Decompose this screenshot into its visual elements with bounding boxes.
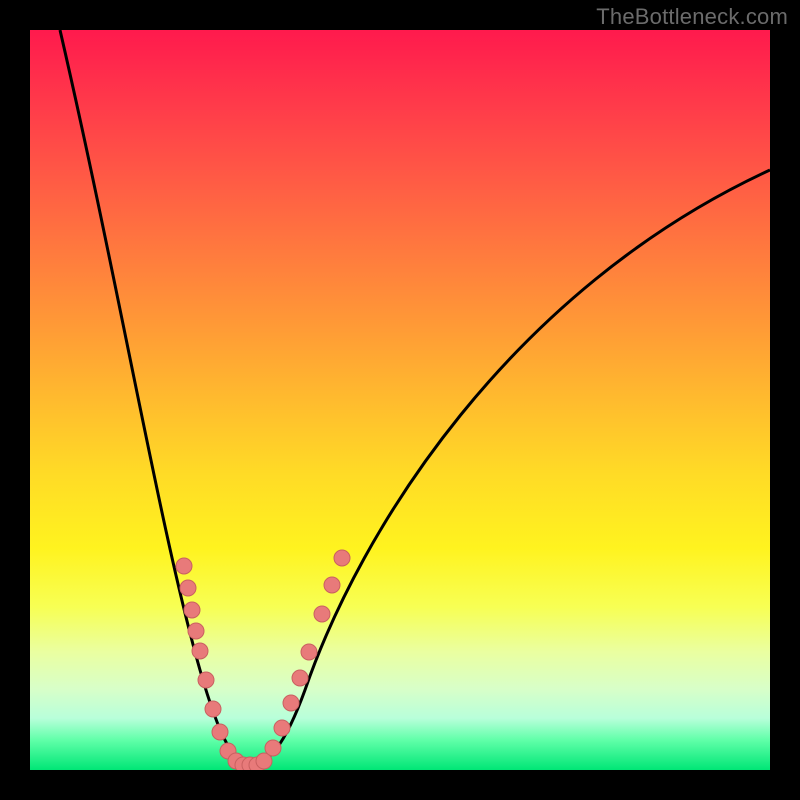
data-point xyxy=(176,558,192,574)
data-point xyxy=(292,670,308,686)
data-point xyxy=(274,720,290,736)
data-point xyxy=(314,606,330,622)
marker-group xyxy=(176,550,350,770)
data-point xyxy=(180,580,196,596)
plot-area xyxy=(30,30,770,770)
chart-svg xyxy=(30,30,770,770)
data-point xyxy=(334,550,350,566)
data-point xyxy=(283,695,299,711)
data-point xyxy=(212,724,228,740)
data-point xyxy=(198,672,214,688)
watermark-text: TheBottleneck.com xyxy=(596,4,788,30)
data-point xyxy=(188,623,204,639)
data-point xyxy=(192,643,208,659)
data-point xyxy=(324,577,340,593)
data-point xyxy=(184,602,200,618)
chart-frame: TheBottleneck.com xyxy=(0,0,800,800)
bottleneck-curve xyxy=(60,30,770,765)
data-point xyxy=(205,701,221,717)
data-point xyxy=(265,740,281,756)
data-point xyxy=(301,644,317,660)
